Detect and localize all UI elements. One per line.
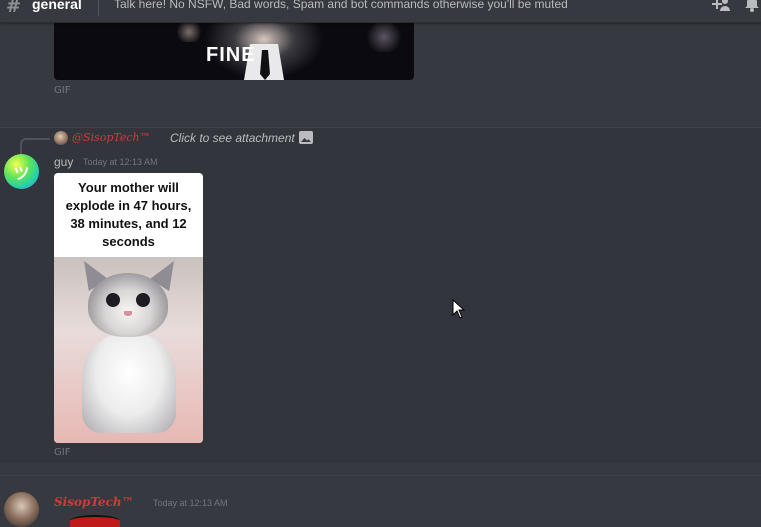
image-icon <box>299 131 313 144</box>
gif-label: GIF <box>54 85 71 96</box>
add-member-icon[interactable] <box>710 0 730 16</box>
gif-attachment-fine[interactable]: FINE <box>54 22 414 80</box>
channel-header: # general Talk here! No NSFW, Bad words,… <box>0 0 761 23</box>
avatar[interactable]: ツ <box>4 154 39 189</box>
cat-nose <box>124 311 132 316</box>
meme-caption: Your mother will explode in 47 hours, 38… <box>65 180 192 249</box>
channel-name[interactable]: general <box>32 0 82 12</box>
cat-eye <box>136 293 150 307</box>
reply-avatar[interactable] <box>54 131 68 145</box>
reply-username[interactable]: @SisopTech™ <box>72 131 151 144</box>
hash-icon: # <box>6 0 22 17</box>
message-username[interactable]: guy <box>54 155 73 169</box>
gif-caption: FINE <box>206 44 256 66</box>
message-timestamp: Today at 12:13 AM <box>153 498 228 508</box>
gif-attachment-meme[interactable]: Your mother will explode in 47 hours, 38… <box>54 173 203 443</box>
header-divider <box>98 0 99 16</box>
cat-head <box>88 273 168 337</box>
reply-connector <box>20 138 50 154</box>
gif-scene-light <box>364 22 404 52</box>
bell-icon[interactable] <box>744 0 760 16</box>
gif-scene-light <box>174 22 204 42</box>
message-divider <box>0 475 761 476</box>
channel-topic[interactable]: Talk here! No NSFW, Bad words, Spam and … <box>114 0 568 11</box>
avatar-initial: ツ <box>13 165 30 183</box>
attachment-preview[interactable] <box>70 515 120 527</box>
cat-eye <box>106 293 120 307</box>
cat-body <box>82 333 176 433</box>
message-username[interactable]: SisopTech™ <box>54 495 134 509</box>
message-timestamp: Today at 12:13 AM <box>83 157 158 167</box>
gif-label: GIF <box>54 447 71 458</box>
reply-preview-text[interactable]: Click to see attachment <box>170 131 295 145</box>
